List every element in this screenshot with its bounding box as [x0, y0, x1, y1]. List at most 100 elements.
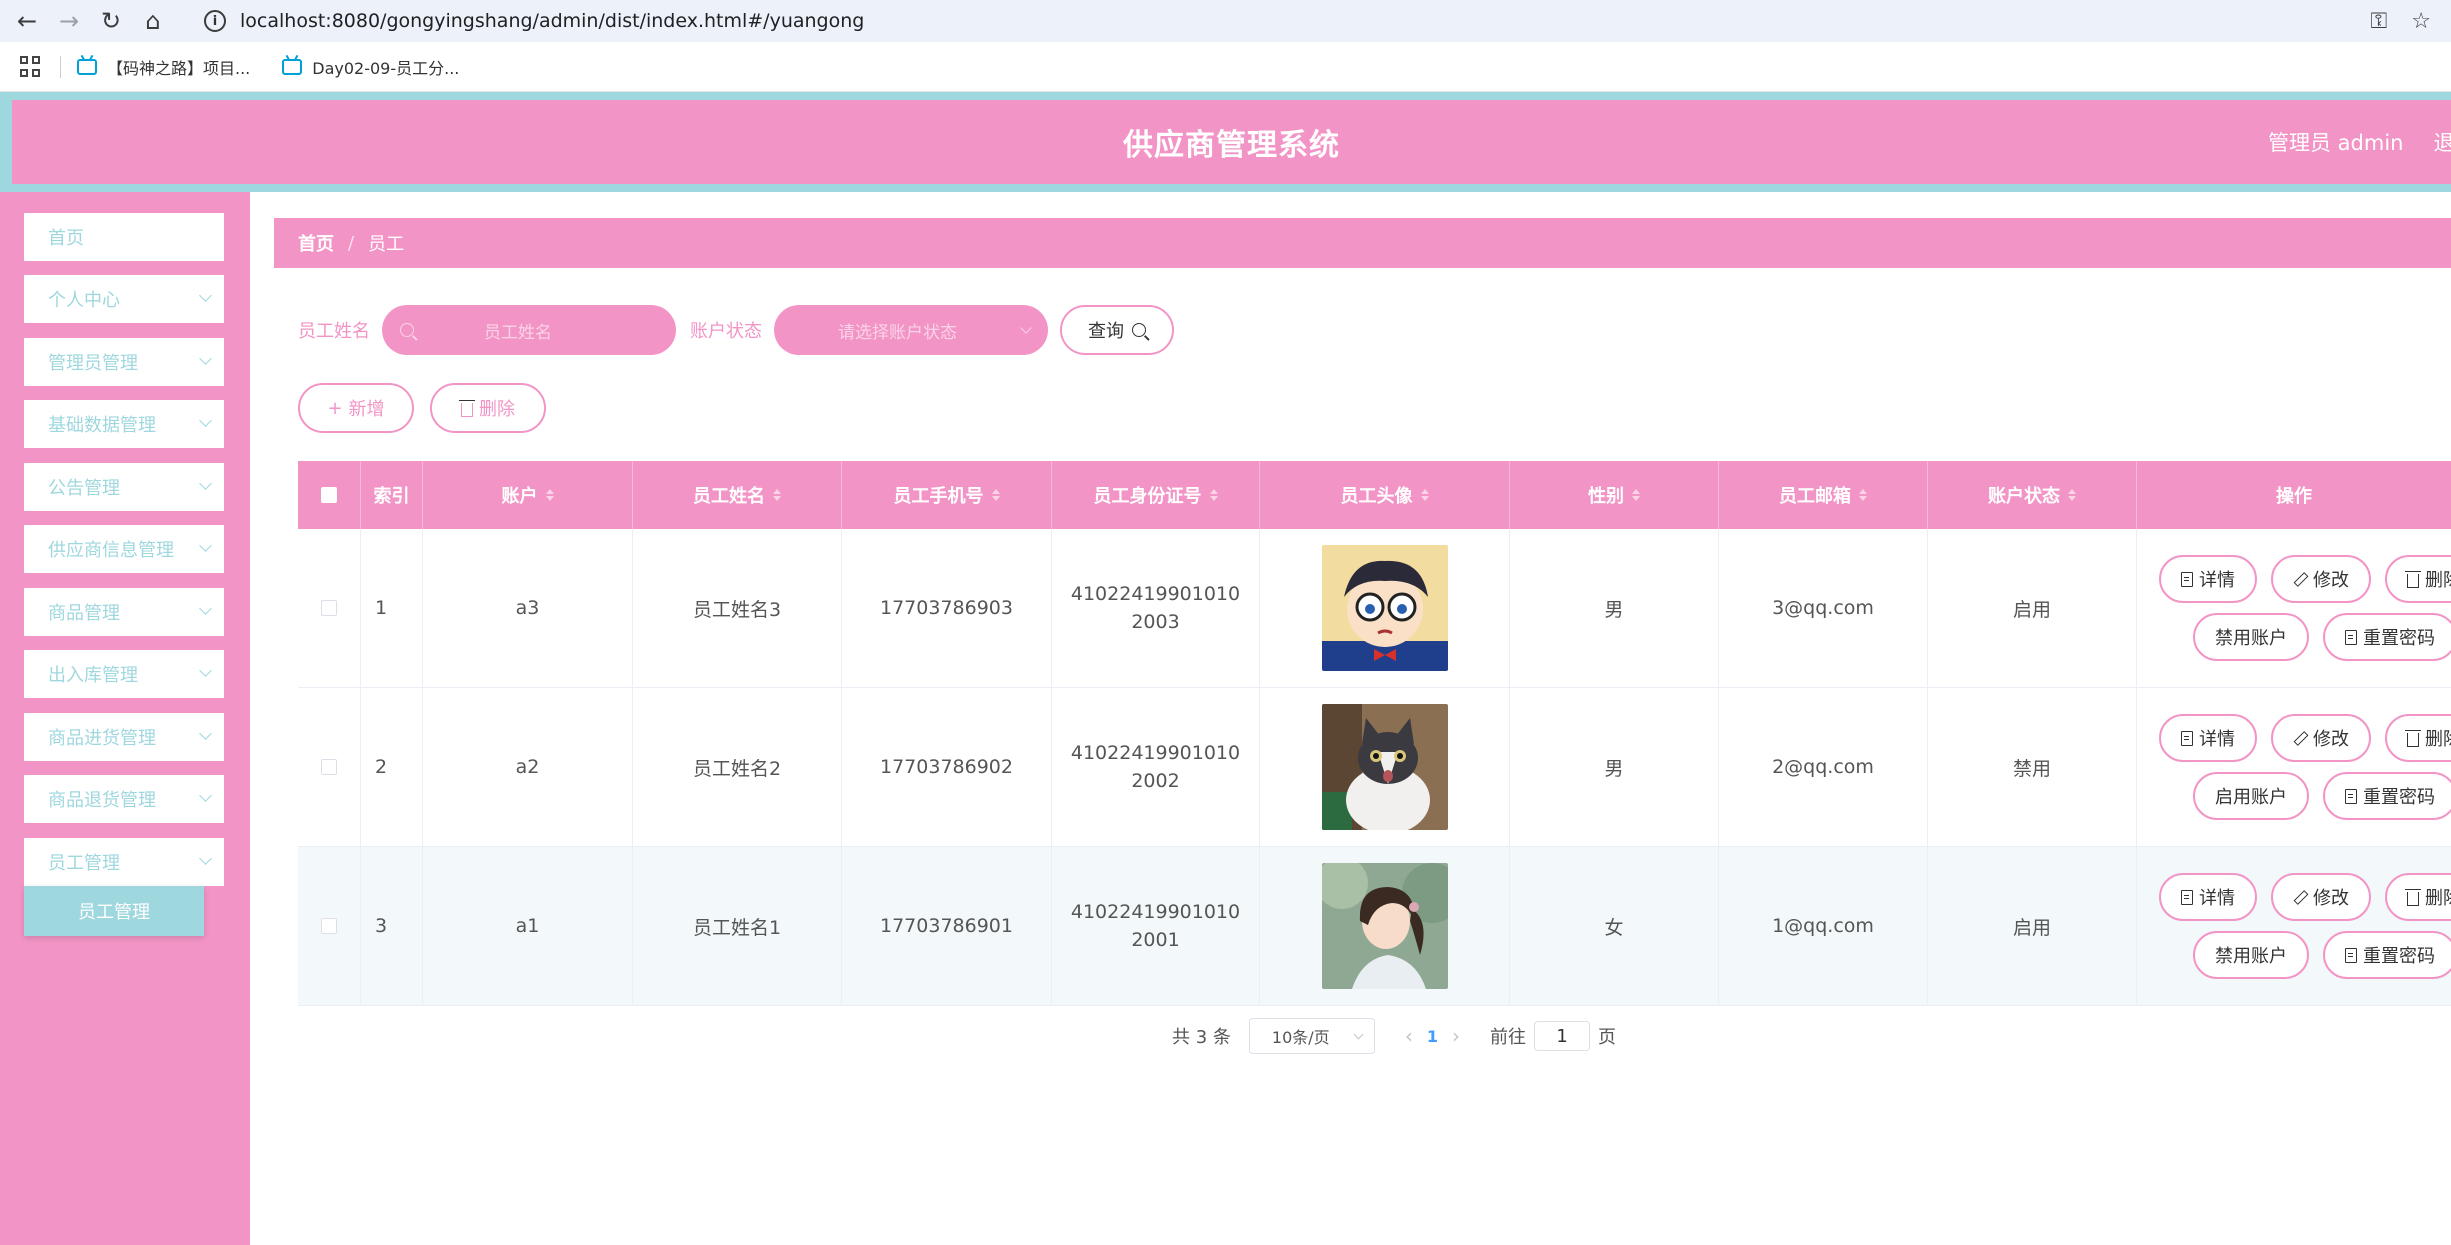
name-cell: 员工姓名3 [633, 529, 842, 687]
name-cell: 员工姓名1 [633, 847, 842, 1005]
col-avatar[interactable]: 员工头像 [1260, 461, 1510, 529]
sort-icon[interactable] [545, 489, 554, 501]
sort-icon[interactable] [991, 489, 1000, 501]
add-button[interactable]: + 新增 [298, 383, 414, 433]
sidebar-item-purchase[interactable]: 商品进货管理 [24, 713, 224, 761]
avatar-cartoon-boy[interactable] [1321, 545, 1448, 671]
delete-button[interactable]: 删除 [2385, 555, 2451, 603]
sidebar-item-goods[interactable]: 商品管理 [24, 588, 224, 636]
password-key-icon[interactable]: ⚿ [2371, 9, 2388, 34]
detail-button[interactable]: 详情 [2159, 873, 2257, 921]
total-count: 共 3 条 [1172, 1027, 1231, 1048]
goto-page-input[interactable]: 1 [1534, 1021, 1591, 1051]
sidebar-item-return[interactable]: 商品退货管理 [24, 775, 224, 823]
select-all-checkbox[interactable] [321, 487, 337, 503]
sidebar-item-staff[interactable]: 员工管理 [24, 838, 224, 886]
col-email[interactable]: 员工邮箱 [1719, 461, 1928, 529]
sidebar-item-admin[interactable]: 管理员管理 [24, 338, 224, 386]
logout-link[interactable]: 退出 [2433, 127, 2451, 157]
document-icon [2181, 889, 2193, 905]
page-size-select[interactable]: 10条/页 [1248, 1018, 1375, 1054]
bilibili-icon [77, 58, 97, 75]
sidebar-item-inout[interactable]: 出入库管理 [24, 650, 224, 698]
col-name[interactable]: 员工姓名 [633, 461, 842, 529]
prev-page-icon[interactable]: ‹ [1405, 1024, 1413, 1048]
toggle-account-button[interactable]: 启用账户 [2193, 772, 2309, 820]
chevron-down-icon [199, 352, 212, 365]
toggle-account-button[interactable]: 禁用账户 [2193, 931, 2309, 979]
sort-icon[interactable] [1859, 489, 1867, 501]
name-search-input[interactable]: 员工姓名 [382, 305, 676, 355]
page-number-current[interactable]: 1 [1427, 1027, 1438, 1046]
detail-button[interactable]: 详情 [2159, 714, 2257, 762]
status-select[interactable]: 请选择账户状态 [774, 305, 1048, 355]
reset-password-button[interactable]: 重置密码 [2323, 931, 2451, 979]
col-operations: 操作 [2276, 486, 2312, 507]
sort-icon[interactable] [1632, 489, 1640, 501]
back-icon[interactable]: ← [6, 0, 48, 42]
pencil-icon [2293, 890, 2307, 904]
operations-cell: 详情 修改 删除 禁用账户 重置密码 [2137, 529, 2451, 687]
forward-icon[interactable]: → [48, 0, 90, 42]
search-form: 员工姓名 员工姓名 账户状态 请选择账户状态 查询 [298, 305, 1174, 355]
name-placeholder: 员工姓名 [484, 322, 552, 343]
app-title: 供应商管理系统 [1123, 128, 1340, 163]
edit-button[interactable]: 修改 [2271, 714, 2371, 762]
page-unit-label: 页 [1598, 1027, 1617, 1048]
gender-cell: 男 [1510, 529, 1719, 687]
trash-icon [2405, 729, 2421, 747]
avatar-girl-photo[interactable] [1321, 863, 1448, 989]
apps-grid-icon[interactable] [20, 55, 42, 78]
table-row: 3 a1 员工姓名1 17703786901 41022419901010200… [298, 847, 2451, 1006]
col-gender[interactable]: 性别 [1510, 461, 1719, 529]
col-phone[interactable]: 员工手机号 [842, 461, 1052, 529]
reload-icon[interactable]: ↻ [90, 0, 132, 42]
operations-cell: 详情 修改 删除 禁用账户 重置密码 [2137, 847, 2451, 1005]
sort-icon[interactable] [773, 489, 781, 501]
sort-icon[interactable] [1420, 489, 1429, 501]
batch-delete-button[interactable]: 删除 [430, 383, 546, 433]
address-bar[interactable]: i localhost:8080/gongyingshang/admin/dis… [190, 4, 2350, 38]
row-checkbox[interactable] [321, 600, 337, 616]
reset-password-button[interactable]: 重置密码 [2323, 613, 2451, 661]
site-info-icon[interactable]: i [204, 10, 226, 32]
table-row: 2 a2 员工姓名2 17703786902 41022419901010200… [298, 688, 2451, 847]
bookmark-item-1[interactable]: 【码神之路】项目... [77, 55, 250, 79]
reset-password-button[interactable]: 重置密码 [2323, 772, 2451, 820]
avatar-cat-photo[interactable] [1321, 704, 1448, 830]
col-status[interactable]: 账户状态 [1928, 461, 2137, 529]
delete-button[interactable]: 删除 [2385, 873, 2451, 921]
sidebar-subitem-staff[interactable]: 员工管理 [24, 886, 204, 936]
toggle-account-button[interactable]: 禁用账户 [2193, 613, 2309, 661]
document-icon [2345, 788, 2357, 804]
status-label: 账户状态 [690, 321, 762, 342]
col-account[interactable]: 账户 [423, 461, 633, 529]
sort-icon[interactable] [2068, 489, 2076, 501]
row-checkbox[interactable] [321, 759, 337, 775]
delete-button[interactable]: 删除 [2385, 714, 2451, 762]
sidebar-item-home[interactable]: 首页 [24, 213, 224, 261]
chevron-down-icon [199, 664, 212, 677]
avatar-cell [1260, 529, 1510, 687]
next-page-icon[interactable]: › [1452, 1024, 1460, 1048]
bookmark-item-2[interactable]: Day02-09-员工分... [282, 55, 459, 79]
document-icon [2345, 947, 2357, 963]
breadcrumb-home[interactable]: 首页 [298, 230, 334, 256]
sidebar-item-supplier[interactable]: 供应商信息管理 [24, 525, 224, 573]
sidebar-item-basic-data[interactable]: 基础数据管理 [24, 400, 224, 448]
row-checkbox[interactable] [321, 918, 337, 934]
account-cell: a1 [423, 847, 633, 1005]
edit-button[interactable]: 修改 [2271, 555, 2371, 603]
detail-button[interactable]: 详情 [2159, 555, 2257, 603]
chevron-down-icon [199, 727, 212, 740]
bookmark-star-icon[interactable]: ☆ [2411, 9, 2431, 34]
edit-button[interactable]: 修改 [2271, 873, 2371, 921]
col-idcard[interactable]: 员工身份证号 [1052, 461, 1260, 529]
select-all-cell [298, 461, 361, 529]
query-button[interactable]: 查询 [1060, 305, 1174, 355]
home-icon[interactable]: ⌂ [132, 0, 174, 42]
sidebar-item-notice[interactable]: 公告管理 [24, 463, 224, 511]
trash-icon [459, 399, 475, 417]
sidebar-item-profile[interactable]: 个人中心 [24, 275, 224, 323]
sort-icon[interactable] [1209, 489, 1218, 501]
